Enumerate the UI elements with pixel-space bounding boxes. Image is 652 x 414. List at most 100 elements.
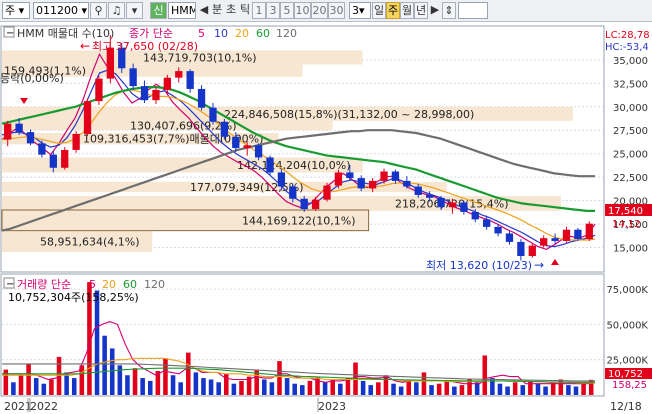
volume-bar (505, 386, 510, 395)
period-5[interactable]: 5 (280, 2, 294, 19)
candle-body (414, 186, 422, 195)
code-input[interactable]: 011200 ▾ (33, 2, 89, 19)
candle-body (289, 186, 297, 199)
volume-legend-toggle-icon: − (6, 279, 14, 290)
prev-price-tag-text: 14,12 (612, 219, 641, 230)
volume-bar (49, 379, 54, 395)
volume-bar (512, 382, 518, 395)
period-week[interactable]: 주 (386, 2, 400, 19)
candle-body (277, 172, 286, 187)
candle-body (175, 71, 183, 78)
volume-bar (315, 376, 320, 395)
extra-input[interactable] (458, 2, 488, 19)
volume-bar (185, 352, 191, 395)
period-3[interactable]: 3 (266, 2, 280, 19)
high-label: 최고 37,650 (02/28) (92, 40, 198, 53)
dropdown-icon[interactable]: ▾ (126, 2, 143, 19)
candle-body (72, 133, 80, 150)
volume-bar (368, 385, 374, 395)
candle-body (38, 143, 46, 155)
candle-body (471, 211, 479, 220)
volume-bar (429, 385, 434, 395)
volume-bar (79, 365, 85, 395)
volume-profile-label: 224,846,508(15,8%)(31,132,00 ~ 28,998,00… (224, 108, 474, 121)
volume-bar (345, 378, 351, 395)
candle-body (232, 136, 240, 149)
legend-ma-60: 60 (256, 27, 270, 40)
volume-legend-ma-20: 20 (102, 278, 116, 291)
candle-body (163, 77, 172, 90)
candle-body (311, 199, 320, 210)
volume-bar (581, 383, 586, 395)
volume-pct-tag-text: 158,25 (612, 380, 647, 391)
volume-bar (398, 386, 404, 395)
volume-bar (147, 380, 153, 395)
candle-body (540, 238, 548, 246)
up-down-arrow-icon[interactable]: ⇕ (442, 2, 456, 19)
price-tick-label: 22,500 (613, 173, 648, 184)
market-label: 주 (5, 4, 16, 17)
volume-bar (26, 363, 31, 395)
price-tick-label: 32,500 (613, 79, 648, 90)
candle-body (152, 89, 160, 101)
high-arrow-icon: ← (80, 39, 90, 53)
hc-label: HC:-53,4 (605, 42, 649, 53)
volume-bar (338, 383, 343, 395)
candle-body (220, 121, 229, 137)
x-tick-label: 12/18 (610, 400, 642, 413)
volume-bar (262, 379, 267, 395)
period-unit-second[interactable]: 초 (224, 2, 238, 19)
volume-bar (125, 375, 130, 395)
volume-bar (292, 383, 297, 395)
period-day[interactable]: 일 (372, 2, 386, 19)
volume-bar (163, 358, 168, 395)
volume-bar (11, 382, 16, 395)
candle-body (403, 180, 411, 187)
volume-bar (376, 382, 381, 395)
volume-bar (277, 361, 282, 395)
current-price-tag-text: 17,540 (608, 206, 643, 217)
market-select[interactable]: 주 ▾ (2, 2, 30, 19)
volume-bar (18, 375, 24, 395)
volume-tick-label: 50,000K (606, 320, 648, 331)
period-10[interactable]: 10 (294, 2, 311, 19)
price-tick-label: 27,500 (613, 126, 648, 137)
caret-right-icon[interactable]: ▶ (429, 2, 441, 19)
period-20[interactable]: 20 (311, 2, 328, 19)
candle-body (505, 233, 514, 242)
period-30[interactable]: 30 (328, 2, 345, 19)
candle-body (243, 145, 251, 149)
volume-bar (414, 382, 419, 395)
candle-body (95, 78, 103, 102)
period-unit-tick[interactable]: 틱 (238, 2, 252, 19)
search-icon[interactable]: ⚲ (90, 2, 107, 19)
caret-left-icon[interactable]: ◀ (198, 2, 210, 19)
volume-bar (436, 383, 442, 395)
candle-body (368, 180, 377, 189)
multiplier-select[interactable]: 3▾ (349, 2, 371, 19)
volume-bar (231, 383, 237, 395)
volume-bar (178, 382, 183, 395)
candle-body (140, 86, 149, 101)
legend-ma-5: 5 (198, 27, 205, 40)
candle-body (528, 245, 536, 256)
code-value: 011200 (36, 4, 78, 17)
speaker-icon[interactable]: ♫ (108, 2, 125, 19)
period-unit-minute[interactable]: 분 (210, 2, 224, 19)
volume-bar (322, 382, 328, 395)
volume-bar (520, 385, 526, 395)
candle-body (391, 171, 400, 181)
volume-bar (452, 386, 457, 395)
period-year[interactable]: 년 (414, 2, 428, 19)
candle-body (209, 107, 217, 122)
volume-bar (41, 383, 47, 395)
new-badge[interactable]: 신 (150, 2, 167, 19)
volume-legend-label: 거래량 단순 (17, 278, 71, 291)
volume-bar (535, 383, 541, 395)
period-1[interactable]: 1 (252, 2, 266, 19)
high-marker: ← 최고 37,650 (02/28) (80, 39, 198, 53)
price-tick-label: 25,000 (613, 150, 648, 161)
volume-bar (284, 378, 290, 395)
candle-body (562, 229, 571, 241)
period-month[interactable]: 월 (400, 2, 414, 19)
